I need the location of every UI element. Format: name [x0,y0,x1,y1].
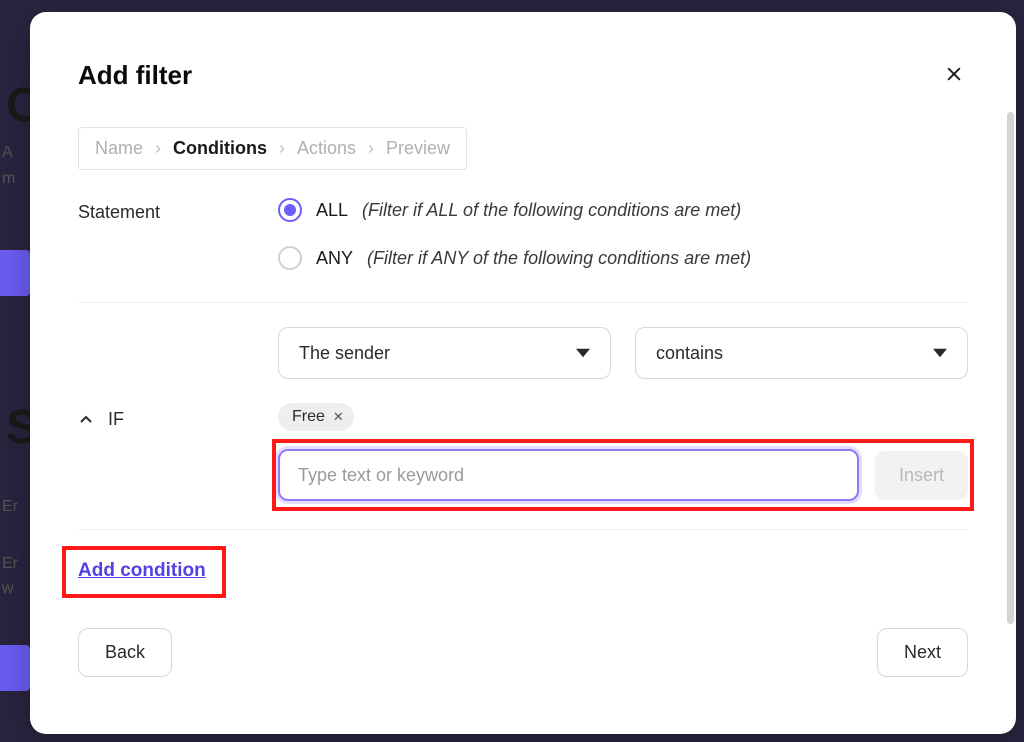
footer: Back Next [78,628,968,677]
backdrop-text: w [2,580,14,598]
operator-select-value: contains [656,343,723,364]
statement-label: Statement [78,198,238,223]
add-condition-link[interactable]: Add condition [78,560,206,581]
modal-title: Add filter [78,60,192,91]
operator-select[interactable]: contains [635,327,968,379]
radio-any-label: ANY [316,248,353,269]
statement-row: Statement ALL (Filter if ALL of the foll… [78,198,968,294]
next-button[interactable]: Next [877,628,968,677]
back-button[interactable]: Back [78,628,172,677]
modal-header: Add filter [78,60,968,91]
backdrop-text: m [2,170,15,188]
backdrop-accent [0,645,30,691]
add-filter-modal: Add filter Name › Conditions › Actions ›… [30,12,1016,734]
chip-remove-icon[interactable]: ✕ [333,409,344,425]
condition-row: The sender contains [78,327,968,403]
breadcrumb-name[interactable]: Name [95,138,143,159]
keyword-input[interactable] [278,449,859,501]
chevron-right-icon: › [155,138,161,159]
breadcrumb: Name › Conditions › Actions › Preview [78,127,467,170]
field-select[interactable]: The sender [278,327,611,379]
radio-option-all[interactable]: ALL (Filter if ALL of the following cond… [278,198,968,222]
radio-all-label: ALL [316,200,348,221]
breadcrumb-preview[interactable]: Preview [386,138,450,159]
radio-any-hint: (Filter if ANY of the following conditio… [367,248,751,269]
if-row: IF Free ✕ Insert [78,403,968,501]
breadcrumb-conditions[interactable]: Conditions [173,138,267,159]
field-select-value: The sender [299,343,390,364]
divider [78,529,968,530]
radio-all[interactable] [278,198,302,222]
divider [78,302,968,303]
close-button[interactable] [940,60,968,88]
caret-down-icon [576,346,590,360]
backdrop-text: Er [2,498,18,516]
chevron-right-icon: › [279,138,285,159]
if-label: IF [108,409,124,430]
chevron-right-icon: › [368,138,374,159]
scrollbar[interactable] [1007,112,1014,624]
scrollbar-thumb[interactable] [1007,112,1014,624]
close-icon [944,64,964,84]
radio-option-any[interactable]: ANY (Filter if ANY of the following cond… [278,246,968,270]
radio-any[interactable] [278,246,302,270]
backdrop-accent [0,250,30,296]
insert-button[interactable]: Insert [875,451,968,500]
chip-text: Free [292,408,325,426]
backdrop-text: Er [2,555,18,573]
backdrop-text: A [2,144,13,162]
radio-all-hint: (Filter if ALL of the following conditio… [362,200,741,221]
chevron-up-icon[interactable] [78,412,94,428]
keyword-chip: Free ✕ [278,403,354,431]
caret-down-icon [933,346,947,360]
breadcrumb-actions[interactable]: Actions [297,138,356,159]
